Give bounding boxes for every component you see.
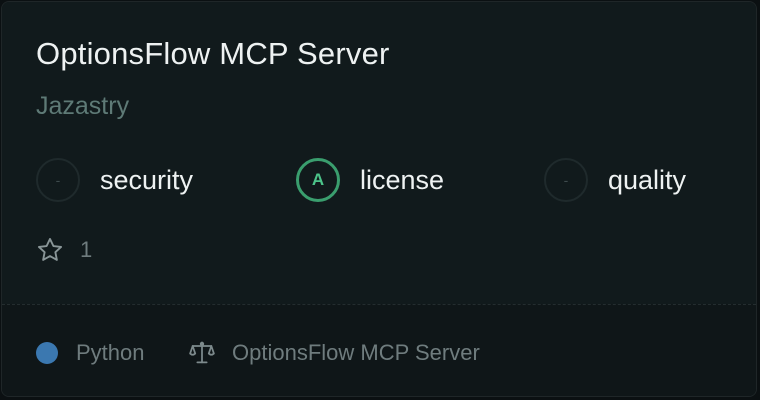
language-color-dot bbox=[36, 342, 58, 364]
server-card[interactable]: OptionsFlow MCP Server Jazastry - securi… bbox=[1, 1, 757, 397]
license-label: license bbox=[360, 164, 445, 195]
security-score: - security bbox=[36, 156, 193, 204]
quality-label: quality bbox=[608, 164, 687, 195]
language-label: Python bbox=[76, 340, 145, 365]
license-tag: OptionsFlow MCP Server bbox=[188, 338, 480, 368]
card-body: OptionsFlow MCP Server Jazastry - securi… bbox=[2, 2, 756, 304]
security-grade-badge: - bbox=[36, 158, 80, 202]
card-footer: Python OptionsFlow MCP Server bbox=[2, 305, 756, 396]
card-title[interactable]: OptionsFlow MCP Server bbox=[36, 36, 390, 72]
star-icon bbox=[36, 236, 64, 264]
star-count-value: 1 bbox=[80, 237, 93, 262]
license-score: A license bbox=[296, 156, 444, 204]
card-author[interactable]: Jazastry bbox=[36, 92, 129, 121]
license-name: OptionsFlow MCP Server bbox=[232, 340, 480, 365]
license-grade-badge: A bbox=[296, 158, 340, 202]
quality-grade-badge: - bbox=[544, 158, 588, 202]
quality-score: - quality bbox=[544, 156, 686, 204]
star-count: 1 bbox=[36, 236, 92, 264]
security-label: security bbox=[100, 164, 194, 195]
language-tag: Python bbox=[36, 338, 145, 368]
scale-icon bbox=[188, 339, 216, 367]
